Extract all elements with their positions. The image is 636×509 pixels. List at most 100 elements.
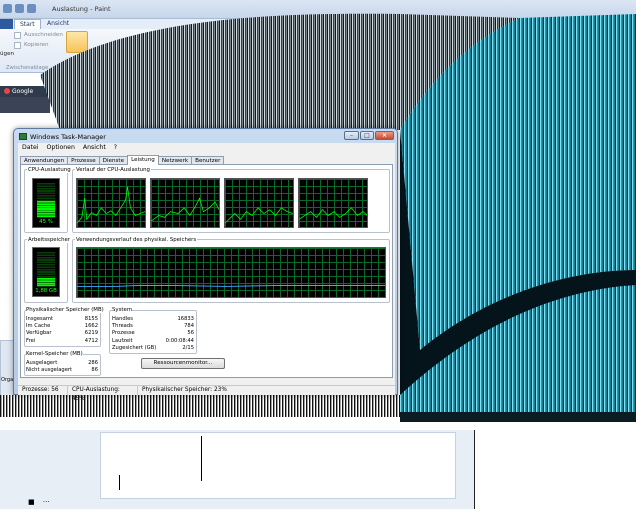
stat-value: 4712 xyxy=(84,337,98,344)
chrome-tab[interactable]: Google xyxy=(0,86,60,97)
paint-menu-button[interactable] xyxy=(0,19,13,29)
menu-help[interactable]: ? xyxy=(110,143,121,152)
paint-window-title: Auslastung - Paint xyxy=(52,5,111,13)
chrome-toolbar xyxy=(0,97,50,113)
task-manager-body: Anwendungen Prozesse Dienste Leistung Ne… xyxy=(18,152,395,392)
maximize-button[interactable]: □ xyxy=(360,131,374,140)
memory-history-label: Verwendungsverlauf des physikal. Speiche… xyxy=(75,237,198,243)
stat-value: 784 xyxy=(184,323,194,330)
stat-value: 6219 xyxy=(84,330,98,337)
task-manager-title: Windows Task-Manager xyxy=(30,133,106,141)
menu-datei[interactable]: Datei xyxy=(18,143,43,152)
physical-memory-table: Insgesamt 8155 Im Cache 1662 Verfügbar 6219… xyxy=(26,316,98,345)
stat-label: Handles xyxy=(112,316,133,322)
stat-value: 2/15 xyxy=(182,344,194,351)
cpu-usage-meter: 45 % xyxy=(32,178,60,228)
close-button[interactable]: × xyxy=(375,131,394,140)
cpu-core-graph-2 xyxy=(150,178,220,228)
chat-icon[interactable]: ■ xyxy=(28,498,35,506)
status-memory: Physikalischer Speicher: 23% xyxy=(142,387,227,393)
save-icon[interactable] xyxy=(3,4,12,13)
cpu-history-label: Verlauf der CPU-Auslastung xyxy=(75,167,151,173)
paint-ribbon-tabs: Start Ansicht xyxy=(0,19,636,29)
paint-ribbon: Ausschneiden Kopieren ügen Zwischenablag… xyxy=(0,29,636,73)
stat-row: Im Cache 1662 xyxy=(26,323,98,330)
memory-label: Arbeitsspeicher xyxy=(27,237,72,243)
menu-ansicht[interactable]: Ansicht xyxy=(79,143,110,152)
physical-memory-header: Physikalischer Speicher (MB) xyxy=(26,307,104,313)
paint-tool-button[interactable] xyxy=(66,31,88,53)
stat-label: Laufzeit xyxy=(112,337,133,344)
stat-row: Laufzeit 0:00:08:44 xyxy=(112,338,194,345)
cpu-usage-label: CPU-Auslastung xyxy=(27,167,72,173)
copy-button[interactable]: Kopieren xyxy=(24,42,49,48)
kernel-memory-table: Ausgelagert 286 Nicht ausgelagert 86 xyxy=(26,360,98,374)
paint-status-icons: ■ ··· xyxy=(28,498,50,506)
stat-label: Ausgelagert xyxy=(26,360,58,366)
google-icon xyxy=(4,88,10,94)
status-cpu: CPU-Auslastung: 45% xyxy=(68,386,138,402)
explorer-favorites-label[interactable]: Favo xyxy=(1,397,15,403)
stat-label: Im Cache xyxy=(26,323,51,330)
cpu-core-graph-3 xyxy=(224,178,294,228)
cpu-usage-value: 45 % xyxy=(39,219,53,225)
menu-optionen[interactable]: Optionen xyxy=(43,143,79,152)
stat-row: Verfügbar 6219 xyxy=(26,330,98,337)
memory-value: 1,88 GB xyxy=(35,288,57,294)
task-manager-window: Windows Task-Manager – □ × Datei Optione… xyxy=(13,128,398,402)
cpu-core-graph-1 xyxy=(76,178,146,228)
tab-start[interactable]: Start xyxy=(14,19,41,29)
chrome-tab-label: Google xyxy=(12,88,34,95)
stat-label: Nicht ausgelagert xyxy=(26,367,73,374)
status-bar: Prozesse: 56 CPU-Auslastung: 45% Physika… xyxy=(18,385,395,402)
cpu-meter-fill xyxy=(37,201,55,217)
clipboard-group-label: Zwischenablage xyxy=(6,65,49,71)
system-header: System xyxy=(112,307,133,313)
cut-button[interactable]: Ausschneiden xyxy=(24,32,63,38)
minimize-button[interactable]: – xyxy=(344,131,359,140)
task-manager-icon xyxy=(19,133,27,140)
stat-label: Frei xyxy=(26,337,36,344)
stat-label: Verfügbar xyxy=(26,330,52,337)
stat-value: 8155 xyxy=(84,316,98,322)
memory-meter-fill xyxy=(37,278,55,286)
stat-row: Ausgelagert 286 xyxy=(26,360,98,367)
more-icon[interactable]: ··· xyxy=(43,498,50,506)
stat-label: Insgesamt xyxy=(26,316,53,322)
redo-icon[interactable] xyxy=(27,4,36,13)
stat-label: Prozesse xyxy=(112,330,135,337)
stat-row: Prozesse 56 xyxy=(112,330,194,337)
stat-value: 56 xyxy=(187,330,194,337)
stat-value: 16833 xyxy=(177,316,194,322)
text-cursor xyxy=(119,475,120,490)
resource-monitor-button[interactable]: Ressourcenmonitor... xyxy=(141,358,225,369)
stat-value: 86 xyxy=(91,367,98,374)
stat-value: 0:00:08:44 xyxy=(165,337,194,344)
paint-titlebar: Auslastung - Paint xyxy=(0,0,636,19)
undo-icon[interactable] xyxy=(15,4,24,13)
stat-row: Zugesichert (GB) 2/15 xyxy=(112,345,194,352)
stat-row: Frei 4712 xyxy=(26,338,98,345)
stat-row: Insgesamt 8155 xyxy=(26,316,98,323)
stat-label: Threads xyxy=(112,323,133,330)
quick-access-toolbar[interactable] xyxy=(3,4,36,13)
kernel-memory-header: Kernel-Speicher (MB) xyxy=(26,351,83,357)
tab-leistung[interactable]: Leistung xyxy=(127,155,159,165)
memory-history-graph xyxy=(76,247,386,298)
paint-canvas[interactable] xyxy=(100,432,456,499)
paste-button[interactable]: ügen xyxy=(0,51,14,57)
status-processes: Prozesse: 56 xyxy=(18,386,68,395)
paint-right-panel xyxy=(474,430,636,509)
scissors-icon[interactable] xyxy=(14,32,21,39)
menu-bar: Datei Optionen Ansicht ? xyxy=(18,143,395,152)
cpu-core-graph-4 xyxy=(298,178,368,228)
stat-row: Threads 784 xyxy=(112,323,194,330)
performance-panel: CPU-Auslastung 45 % Verlauf der CPU-Ausl… xyxy=(20,164,393,378)
canvas-line xyxy=(201,436,202,481)
memory-meter: 1,88 GB xyxy=(32,247,60,297)
stat-row: Nicht ausgelagert 86 xyxy=(26,367,98,374)
copy-icon[interactable] xyxy=(14,42,21,49)
stat-row: Handles 16833 xyxy=(112,316,194,323)
stat-label: Zugesichert (GB) xyxy=(112,344,157,351)
tab-ansicht[interactable]: Ansicht xyxy=(42,19,74,29)
